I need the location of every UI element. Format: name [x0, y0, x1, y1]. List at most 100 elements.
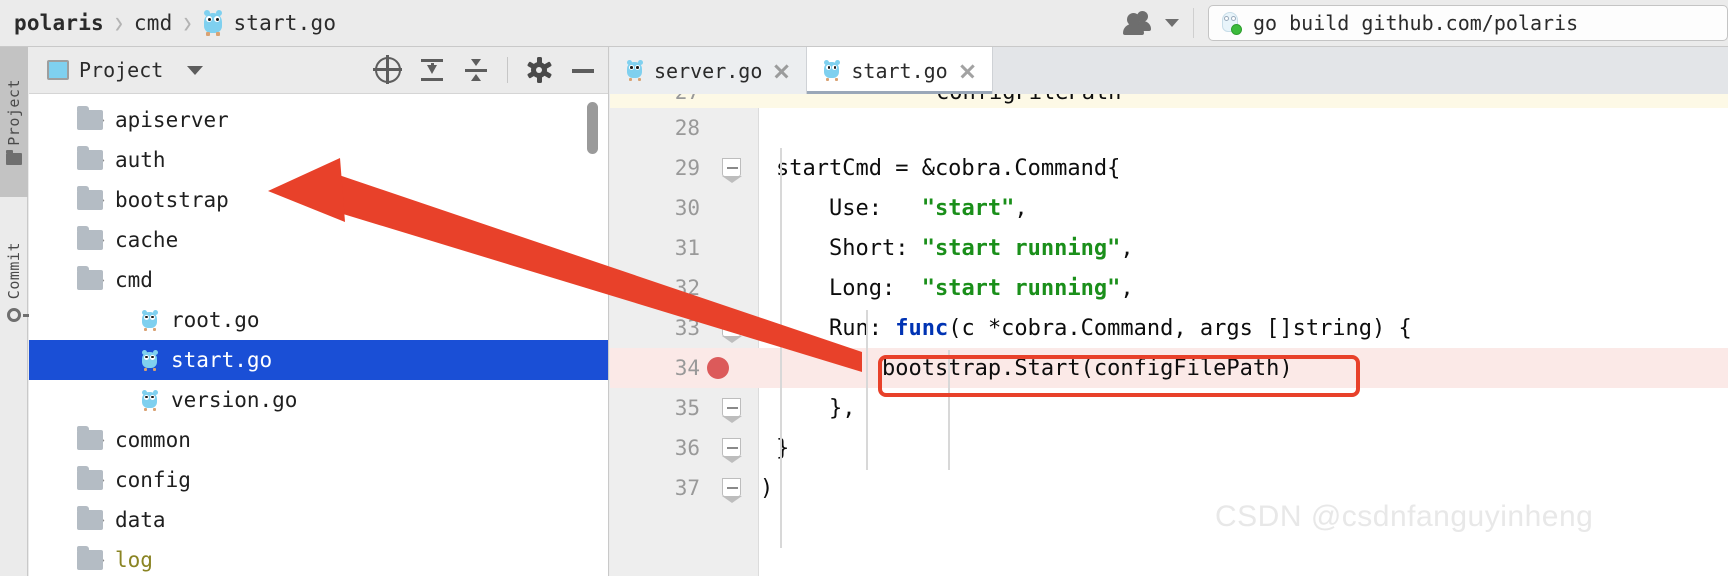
rail-tab-project[interactable]: Project	[0, 47, 28, 197]
folder-icon	[77, 106, 103, 130]
code-line-30[interactable]: 30 Use: "start",	[610, 188, 1728, 228]
breadcrumb: polaris › cmd › start.go	[0, 0, 336, 46]
collapse-all-icon[interactable]	[463, 57, 489, 83]
project-square-icon	[47, 60, 69, 80]
code-line-28[interactable]: 28	[610, 108, 1728, 148]
fold-marker[interactable]	[721, 478, 742, 503]
code-line-36[interactable]: 36 }	[610, 428, 1728, 468]
code-line-35[interactable]: 35 },	[610, 388, 1728, 428]
line-number: 37	[674, 476, 700, 500]
header-right-controls: go build github.com/polaris	[1123, 0, 1728, 46]
code-string-short: "start running"	[921, 235, 1121, 261]
code-text-signature: (c *cobra.Command, args []string) {	[948, 315, 1412, 341]
code-line-31[interactable]: 31 Short: "start running",	[610, 228, 1728, 268]
code-text-indent: Long:	[776, 275, 922, 301]
code-text: configFilePath	[936, 94, 1121, 105]
line-number: 27	[610, 94, 700, 104]
code-line-33[interactable]: 33 Run: func(c *cobra.Command, args []st…	[610, 308, 1728, 348]
line-number: 36	[674, 436, 700, 460]
tool-window-rail: Project Commit	[0, 47, 32, 576]
breadcrumb-root[interactable]: polaris	[14, 11, 104, 35]
folder-icon	[77, 226, 103, 250]
run-configuration-selector[interactable]: go build github.com/polaris	[1208, 5, 1728, 41]
tree-row-selected[interactable]: start.go	[29, 340, 608, 380]
go-file-icon	[202, 10, 224, 36]
line-number: 31	[674, 236, 700, 260]
run-configuration-label: go build github.com/polaris	[1253, 11, 1579, 35]
breadcrumb-folder[interactable]: cmd	[134, 11, 173, 35]
go-file-icon	[626, 60, 644, 81]
tree-item-label: version.go	[171, 388, 298, 412]
tree-row[interactable]: root.go	[29, 300, 608, 340]
tree-row[interactable]: data	[29, 500, 608, 540]
rail-tab-commit[interactable]: Commit	[0, 207, 32, 357]
tree-row[interactable]: auth	[29, 140, 608, 180]
project-tool-window: Project apiserver auth bootstrap cache c…	[29, 47, 609, 576]
tree-row[interactable]: version.go	[29, 380, 608, 420]
editor-tab-label: start.go	[851, 58, 948, 83]
tree-item-label: auth	[115, 148, 166, 172]
code-line-29[interactable]: 29 startCmd = &cobra.Command{	[610, 148, 1728, 188]
project-file-tree[interactable]: apiserver auth bootstrap cache cmd root.…	[29, 94, 608, 576]
tree-item-label: root.go	[171, 308, 260, 332]
tree-row[interactable]: config	[29, 460, 608, 500]
project-panel-title-group[interactable]: Project	[47, 58, 204, 82]
folder-icon	[77, 266, 103, 290]
code-line-27[interactable]: 27 configFilePath	[610, 94, 1728, 108]
header-divider	[1193, 8, 1194, 38]
project-toolbar-icons	[373, 55, 596, 84]
code-text: startCmd = &cobra.Command{	[776, 155, 1121, 181]
tree-row[interactable]: bootstrap	[29, 180, 608, 220]
gear-icon[interactable]	[526, 57, 552, 83]
line-number: 32	[674, 276, 700, 300]
tree-row[interactable]: cmd	[29, 260, 608, 300]
tree-row[interactable]: common	[29, 420, 608, 460]
breadcrumb-separator-1: ›	[114, 4, 123, 41]
rail-tab-project-label: Project	[5, 78, 23, 146]
breakpoint-icon[interactable]	[707, 357, 729, 379]
project-panel-title: Project	[79, 58, 164, 82]
breadcrumb-file[interactable]: start.go	[202, 10, 336, 36]
tree-item-label: start.go	[171, 348, 273, 372]
tree-row[interactable]: apiserver	[29, 100, 608, 140]
code-text: },	[776, 395, 856, 421]
folder-icon	[77, 146, 103, 170]
chevron-down-icon[interactable]	[1165, 19, 1179, 27]
tree-item-label: cmd	[115, 268, 153, 292]
code-line-34[interactable]: 34 bootstrap.Start(configFilePath)	[610, 348, 1728, 388]
code-text-indent: Use:	[776, 195, 922, 221]
go-file-icon	[823, 60, 841, 81]
locate-target-icon[interactable]	[373, 55, 402, 84]
tree-row[interactable]: log	[29, 540, 608, 576]
fold-marker[interactable]	[721, 158, 742, 183]
tree-item-label: bootstrap	[115, 188, 229, 212]
indent-guide	[780, 148, 782, 548]
rail-tab-commit-label: Commit	[5, 242, 23, 300]
toolbar-divider	[507, 57, 508, 83]
code-text: )	[760, 475, 774, 501]
editor-tab-start-go[interactable]: start.go	[807, 47, 993, 94]
indent-guide	[866, 310, 868, 470]
fold-marker[interactable]	[721, 438, 742, 463]
line-number: 35	[674, 396, 700, 420]
code-line-32[interactable]: 32 Long: "start running",	[610, 268, 1728, 308]
line-number: 34	[674, 356, 700, 380]
folder-icon	[77, 426, 103, 450]
folder-icon	[77, 546, 103, 570]
fold-marker[interactable]	[721, 318, 742, 343]
breadcrumb-separator-2: ›	[183, 4, 192, 41]
tree-row[interactable]: cache	[29, 220, 608, 260]
chevron-down-icon[interactable]	[187, 65, 204, 75]
close-icon[interactable]	[772, 62, 790, 80]
tree-item-label: config	[115, 468, 191, 492]
close-icon[interactable]	[958, 62, 976, 80]
people-icon[interactable]	[1123, 11, 1159, 35]
expand-all-icon[interactable]	[419, 57, 445, 83]
code-string-long: "start running"	[921, 275, 1121, 301]
minimize-icon[interactable]	[570, 57, 596, 83]
fold-marker[interactable]	[721, 398, 742, 423]
ide-window: polaris › cmd › start.go go build github…	[0, 0, 1728, 576]
go-file-icon	[141, 349, 159, 371]
editor-tab-server-go[interactable]: server.go	[610, 47, 808, 94]
tree-item-label: apiserver	[115, 108, 229, 132]
